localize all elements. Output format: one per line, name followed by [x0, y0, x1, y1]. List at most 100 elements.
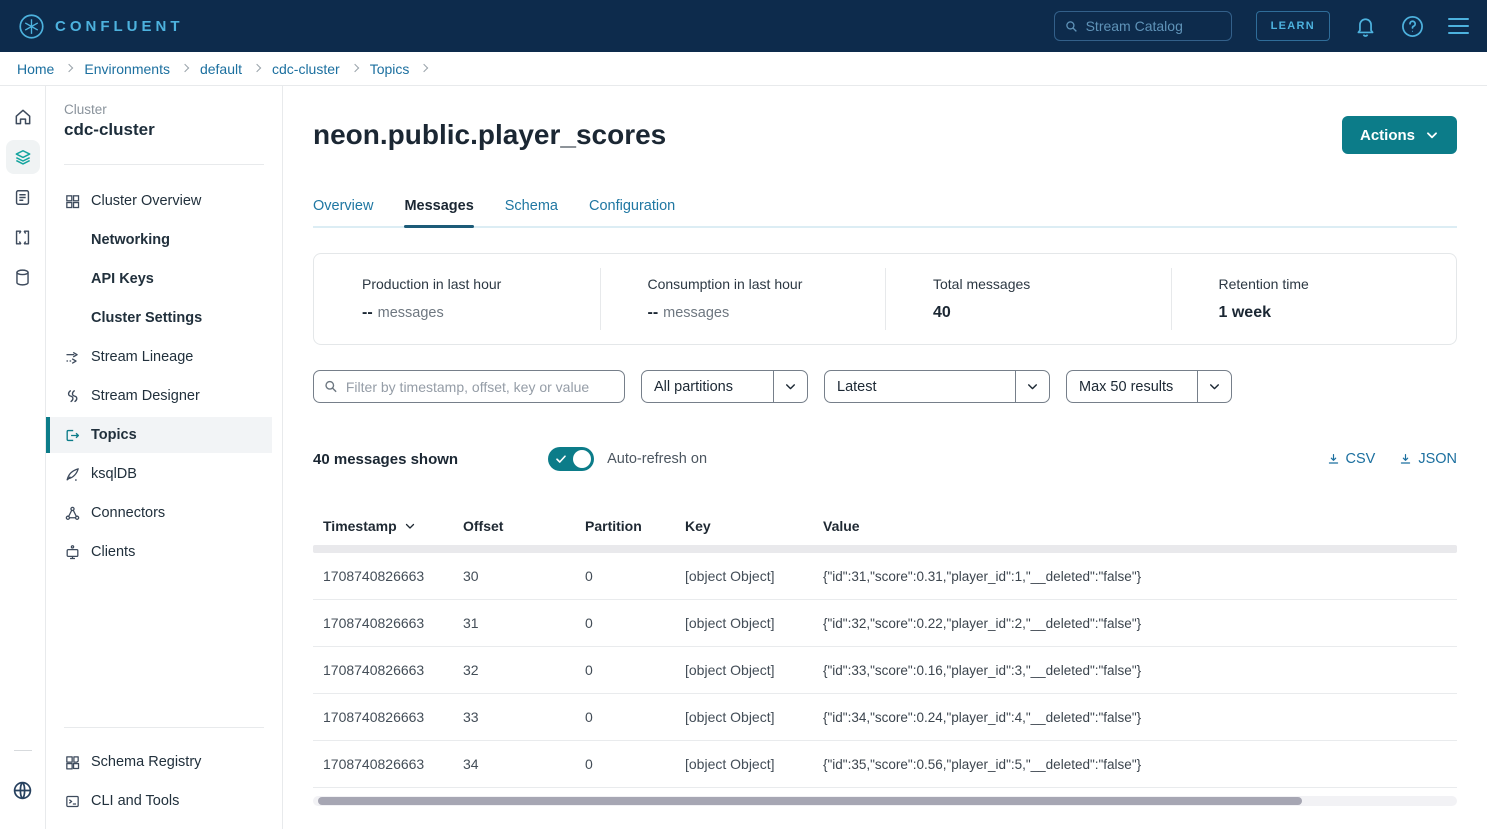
actions-button[interactable]: Actions [1342, 116, 1457, 154]
stat-retention-time: Retention time 1 week [1171, 254, 1457, 344]
sidebar-item-cluster-overview[interactable]: Cluster Overview [46, 183, 272, 219]
messages-shown-count: 40 messages shown [313, 451, 458, 468]
toggle-knob [573, 450, 591, 468]
page-title: neon.public.player_scores [313, 119, 666, 151]
download-json-link[interactable]: JSON [1399, 451, 1457, 467]
chevron-down-icon [1016, 380, 1049, 393]
cell-partition: 0 [585, 709, 685, 725]
download-icon [1327, 453, 1340, 466]
csv-label: CSV [1346, 451, 1376, 467]
json-label: JSON [1418, 451, 1457, 467]
table-row[interactable]: 1708740826663 33 0 [object Object] {"id"… [313, 694, 1457, 741]
stream-catalog-search-input[interactable] [1086, 18, 1221, 34]
topic-stats-card: Production in last hour --messages Consu… [313, 253, 1457, 345]
sidebar-item-label: Cluster Overview [91, 193, 201, 209]
message-filter-input[interactable] [346, 379, 614, 395]
rail-data-button[interactable] [6, 260, 40, 294]
breadcrumb-default[interactable]: default [200, 61, 242, 77]
partition-select-value: All partitions [642, 379, 745, 395]
cell-offset: 34 [463, 756, 585, 772]
cell-partition: 0 [585, 662, 685, 678]
stat-label: Production in last hour [362, 276, 590, 292]
cell-key: [object Object] [685, 568, 823, 584]
rail-catalog-button[interactable] [6, 180, 40, 214]
stat-value: -- [362, 304, 373, 321]
cell-value: {"id":32,"score":0.22,"player_id":2,"__d… [823, 616, 1457, 631]
rail-flink-button[interactable] [6, 220, 40, 254]
clients-monitor-icon [64, 544, 91, 561]
download-icon [1399, 453, 1412, 466]
cell-value: {"id":35,"score":0.56,"player_id":5,"__d… [823, 757, 1457, 772]
layers-icon [13, 147, 33, 167]
tab-messages[interactable]: Messages [404, 198, 473, 226]
lineage-arrows-icon [64, 349, 91, 366]
chevron-right-icon [350, 64, 358, 72]
brand-name: CONFLUENT [55, 18, 184, 35]
breadcrumb-cdc-cluster[interactable]: cdc-cluster [272, 61, 340, 77]
offset-order-select[interactable]: Latest [824, 370, 1050, 403]
sidebar-item-label: Stream Designer [91, 388, 200, 404]
chevron-down-icon [774, 380, 807, 393]
sidebar-item-stream-designer[interactable]: Stream Designer [46, 378, 272, 414]
message-filter-search[interactable] [313, 370, 625, 403]
sidebar-item-api-keys[interactable]: API Keys [46, 261, 272, 297]
cell-key: [object Object] [685, 615, 823, 631]
table-row[interactable]: 1708740826663 30 0 [object Object] {"id"… [313, 553, 1457, 600]
menu-button[interactable] [1448, 18, 1469, 34]
notifications-button[interactable] [1354, 15, 1377, 38]
sidebar-item-ksqldb[interactable]: ksqlDB [46, 456, 272, 492]
sidebar-item-stream-lineage[interactable]: Stream Lineage [46, 339, 272, 375]
breadcrumb-environments[interactable]: Environments [84, 61, 170, 77]
sidebar-item-connectors[interactable]: Connectors [46, 495, 272, 531]
download-csv-link[interactable]: CSV [1327, 451, 1376, 467]
sidebar-item-topics[interactable]: Topics [46, 417, 272, 453]
confluent-brand[interactable]: CONFLUENT [18, 13, 184, 40]
sidebar-item-clients[interactable]: Clients [46, 534, 272, 570]
auto-refresh-toggle[interactable] [548, 447, 594, 471]
stat-label: Total messages [933, 276, 1161, 292]
table-row[interactable]: 1708740826663 34 0 [object Object] {"id"… [313, 741, 1457, 788]
cluster-name: cdc-cluster [46, 117, 282, 140]
table-bottom-scrollbar-track[interactable] [313, 796, 1457, 806]
chevron-down-icon [1425, 128, 1439, 142]
tab-schema[interactable]: Schema [505, 198, 558, 226]
learn-button[interactable]: LEARN [1256, 11, 1330, 41]
breadcrumb-topics[interactable]: Topics [370, 61, 410, 77]
stat-label: Consumption in last hour [648, 276, 876, 292]
help-button[interactable] [1401, 15, 1424, 38]
table-row[interactable]: 1708740826663 31 0 [object Object] {"id"… [313, 600, 1457, 647]
stat-production: Production in last hour --messages [314, 254, 600, 344]
sidebar-item-schema-registry[interactable]: Schema Registry [46, 744, 272, 780]
breadcrumb-home[interactable]: Home [17, 61, 54, 77]
document-icon [13, 188, 32, 207]
cell-offset: 31 [463, 615, 585, 631]
cell-key: [object Object] [685, 662, 823, 678]
cell-timestamp: 1708740826663 [323, 615, 463, 631]
stat-value: -- [648, 304, 659, 321]
sidebar-item-cluster-settings[interactable]: Cluster Settings [46, 300, 272, 336]
sidebar-item-label: Networking [91, 232, 170, 248]
tab-overview[interactable]: Overview [313, 198, 373, 226]
schema-registry-icon [64, 754, 91, 771]
ksqldb-quill-icon [64, 466, 91, 483]
sidebar-item-cli-and-tools[interactable]: CLI and Tools [46, 783, 272, 819]
table-top-scrollbar-track[interactable] [313, 545, 1457, 553]
stat-label: Retention time [1219, 276, 1447, 292]
table-row[interactable]: 1708740826663 32 0 [object Object] {"id"… [313, 647, 1457, 694]
cell-offset: 32 [463, 662, 585, 678]
stat-suffix: messages [663, 305, 729, 321]
rail-home-button[interactable] [6, 100, 40, 134]
messages-table: Timestamp Offset Partition Key Value 170… [313, 511, 1457, 806]
cell-partition: 0 [585, 756, 685, 772]
tab-configuration[interactable]: Configuration [589, 198, 675, 226]
brackets-icon [13, 228, 32, 247]
column-header-timestamp[interactable]: Timestamp [323, 518, 463, 534]
partition-select[interactable]: All partitions [641, 370, 808, 403]
table-bottom-scrollbar-thumb[interactable] [318, 797, 1302, 805]
rail-environments-button[interactable] [6, 140, 40, 174]
rail-locale-button[interactable] [6, 773, 40, 807]
stream-catalog-search[interactable] [1054, 11, 1232, 41]
sidebar-item-networking[interactable]: Networking [46, 222, 272, 258]
chevron-right-icon [420, 64, 428, 72]
result-limit-select[interactable]: Max 50 results [1066, 370, 1232, 403]
